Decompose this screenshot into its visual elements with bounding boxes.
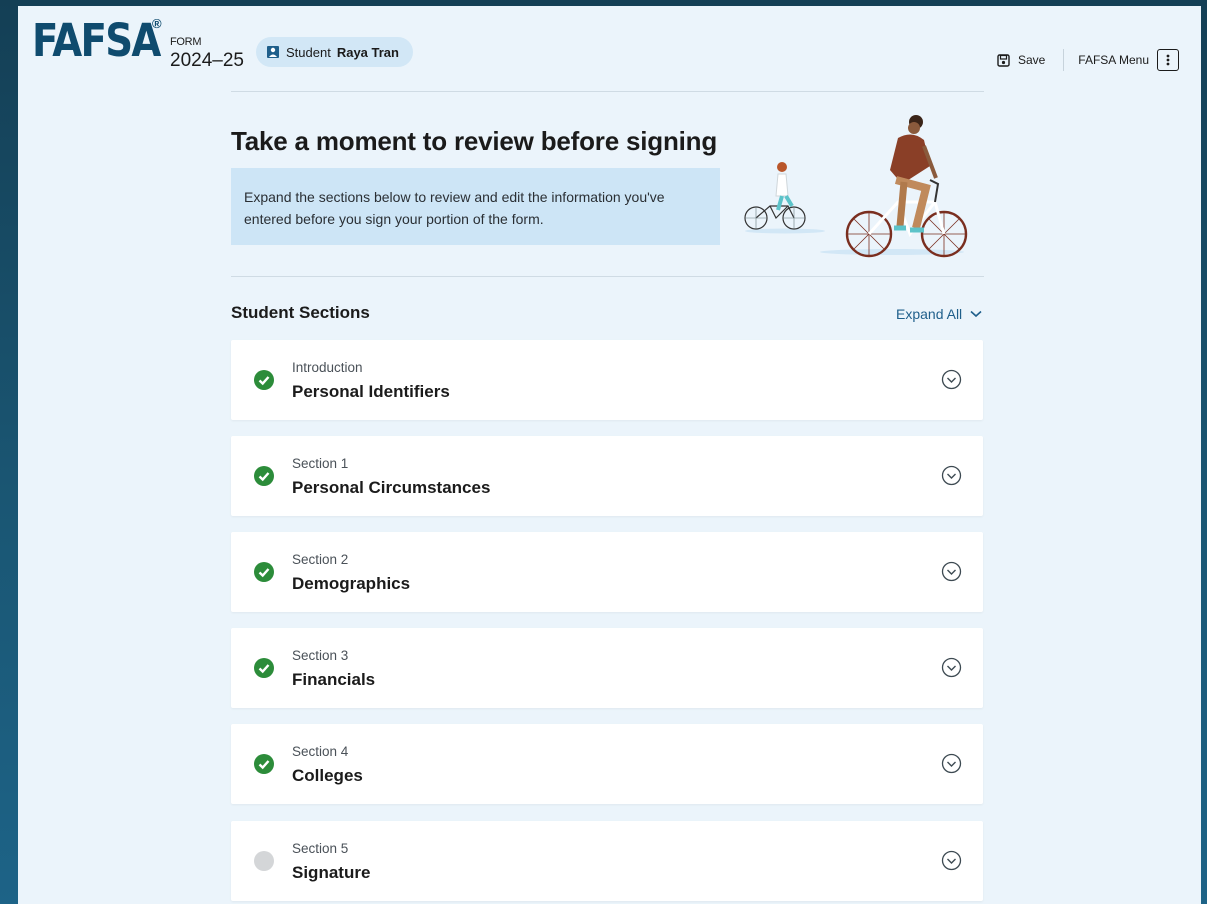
complete-check-icon xyxy=(254,658,274,678)
section-label: Section 1 xyxy=(292,456,349,471)
header-actions: Save FAFSA Menu xyxy=(997,49,1179,71)
save-button[interactable]: Save xyxy=(997,49,1065,71)
fafsa-menu-label: FAFSA Menu xyxy=(1078,53,1149,67)
cyclists-illustration xyxy=(744,115,968,258)
section-card-demographics[interactable]: Section 2 Demographics xyxy=(231,532,983,612)
fafsa-form-page: FAFSA ® FORM 2024–25 Student Raya Tran S… xyxy=(18,6,1201,904)
student-prefix: Student xyxy=(286,44,331,60)
section-title: Demographics xyxy=(292,574,411,593)
section-card-colleges[interactable]: Section 4 Colleges xyxy=(231,724,983,804)
section-label: Section 5 xyxy=(292,841,349,856)
expand-all-label: Expand All xyxy=(896,306,963,322)
review-instructions: Expand the sections below to review and … xyxy=(231,168,720,245)
save-label: Save xyxy=(1017,53,1046,67)
expand-chevron-icon[interactable] xyxy=(941,657,962,678)
section-label: Introduction xyxy=(292,360,363,375)
expand-chevron-icon[interactable] xyxy=(941,369,962,390)
complete-check-icon xyxy=(254,370,274,390)
student-badge: Student Raya Tran xyxy=(256,37,413,67)
expand-chevron-icon[interactable] xyxy=(941,850,962,871)
form-label: FORM xyxy=(170,36,202,48)
student-sections-heading: Student Sections xyxy=(231,303,370,322)
section-label: Section 4 xyxy=(292,744,349,759)
kebab-menu-icon xyxy=(1157,49,1179,71)
fafsa-menu-button[interactable]: FAFSA Menu xyxy=(1064,49,1179,71)
section-title: Signature xyxy=(292,863,371,882)
expand-all-button[interactable]: Expand All xyxy=(896,306,982,322)
complete-check-icon xyxy=(254,562,274,582)
student-icon xyxy=(267,46,279,58)
section-title: Personal Circumstances xyxy=(292,478,491,497)
complete-check-icon xyxy=(254,754,274,774)
section-card-financials[interactable]: Section 3 Financials xyxy=(231,628,983,708)
form-year: 2024–25 xyxy=(170,50,244,71)
expand-chevron-icon[interactable] xyxy=(941,753,962,774)
page-title: Take a moment to review before signing xyxy=(231,126,718,156)
section-label: Section 2 xyxy=(292,552,349,567)
section-title: Financials xyxy=(292,670,376,689)
top-divider xyxy=(231,91,984,92)
complete-check-icon xyxy=(254,466,274,486)
incomplete-status-icon xyxy=(254,851,274,871)
student-name: Raya Tran xyxy=(336,44,399,60)
section-card-personal-identifiers[interactable]: Introduction Personal Identifiers xyxy=(231,340,983,420)
section-title: Personal Identifiers xyxy=(292,382,450,401)
section-card-signature[interactable]: Section 5 Signature xyxy=(231,821,983,901)
chevron-down-icon xyxy=(970,310,982,318)
section-divider xyxy=(231,276,984,277)
expand-chevron-icon[interactable] xyxy=(941,465,962,486)
section-label: Section 3 xyxy=(292,648,349,663)
expand-chevron-icon[interactable] xyxy=(941,561,962,582)
section-card-personal-circumstances[interactable]: Section 1 Personal Circumstances xyxy=(231,436,983,516)
registered-mark: ® xyxy=(152,16,162,31)
section-title: Colleges xyxy=(292,766,363,785)
save-icon xyxy=(997,53,1010,67)
fafsa-logo: FAFSA xyxy=(32,14,161,67)
